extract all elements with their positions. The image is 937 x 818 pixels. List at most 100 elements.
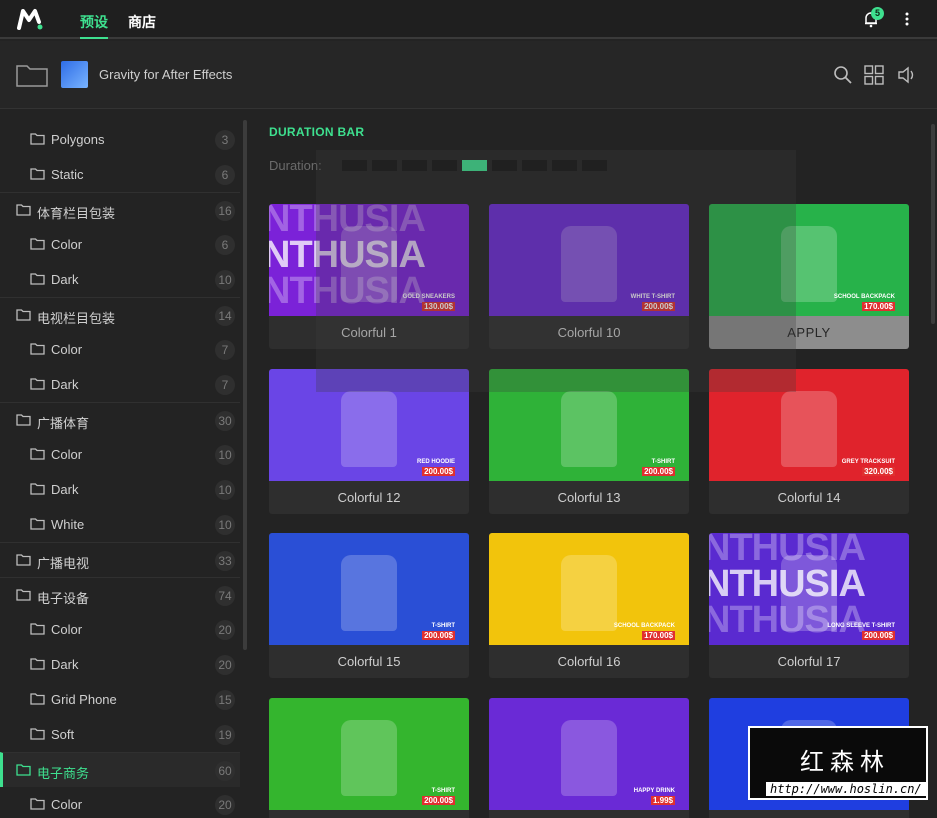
product-name: T-SHIRT (431, 788, 455, 794)
product-price: 170.00$ (642, 631, 675, 640)
sidebar-item[interactable]: White 10 (0, 507, 240, 542)
more-menu-icon[interactable] (900, 10, 914, 28)
sidebar-item-label: Dark (51, 272, 79, 287)
folder-icon (30, 798, 45, 810)
preset-card-label (489, 810, 689, 818)
sidebar-item-count: 20 (215, 795, 235, 815)
folder-icon (16, 589, 31, 601)
folder-icon (16, 554, 31, 566)
app-logo-icon (17, 9, 43, 30)
sidebar-item[interactable]: Color 7 (0, 332, 240, 367)
sidebar-item[interactable]: Grid Phone 15 (0, 682, 240, 717)
product-price: 200.00$ (642, 467, 675, 476)
product-price: 200.00$ (862, 631, 895, 640)
project-header: Gravity for After Effects (0, 41, 937, 109)
sidebar-item-count: 15 (215, 690, 235, 710)
sidebar-item-label: 广播体育 (37, 416, 90, 431)
product-image (561, 391, 617, 467)
hover-preview-overlay (316, 150, 796, 392)
preset-thumbnail: SCHOOL BACKPACK 170.00$ (489, 533, 689, 645)
sidebar-item-label: Color (51, 237, 83, 252)
folder-icon (30, 448, 45, 460)
folder-icon (30, 658, 45, 670)
product-image (341, 391, 397, 467)
folder-icon (30, 728, 45, 740)
product-name: SCHOOL BACKPACK (833, 294, 895, 300)
sidebar-item[interactable]: Color 10 (0, 437, 240, 472)
folder-icon (30, 273, 45, 285)
volume-icon[interactable] (897, 65, 917, 85)
watermark-url: http://www.hoslin.cn/ (766, 782, 926, 796)
sidebar-item[interactable]: Color 20 (0, 612, 240, 647)
sidebar-item-label: Polygons (51, 132, 105, 147)
sidebar-item-count: 60 (215, 761, 235, 781)
product-name: T-SHIRT (431, 623, 455, 629)
folder-icon (16, 764, 31, 776)
watermark-stamp: 红森林 http://www.hoslin.cn/ (748, 726, 928, 800)
product-image (781, 555, 837, 631)
folder-icon (30, 518, 45, 530)
main-scrollbar[interactable] (931, 124, 935, 324)
sidebar-item-label: Dark (51, 657, 79, 672)
sidebar-item[interactable]: 电视栏目包装 14 (0, 297, 240, 332)
sidebar-item[interactable]: Dark 7 (0, 367, 240, 402)
preset-thumbnail: T-SHIRT 200.00$ (269, 533, 469, 645)
sidebar-item-label: Grid Phone (51, 692, 117, 707)
product-image (781, 391, 837, 467)
product-image (341, 555, 397, 631)
search-icon[interactable] (833, 65, 853, 85)
folder-icon (30, 623, 45, 635)
sidebar-item-label: 电视栏目包装 (37, 311, 116, 326)
preset-card-label (269, 810, 469, 818)
sidebar-item-count: 16 (215, 201, 235, 221)
tab-store[interactable]: 商店 (128, 12, 156, 39)
sidebar-item[interactable]: Color 6 (0, 227, 240, 262)
sidebar-item-count: 3 (215, 130, 235, 150)
sidebar-item[interactable]: Dark 10 (0, 262, 240, 297)
sidebar-item-count: 7 (215, 340, 235, 360)
folder-icon (30, 378, 45, 390)
sidebar-item-label: Dark (51, 482, 79, 497)
tab-presets[interactable]: 预设 (80, 12, 108, 39)
sidebar-item[interactable]: Polygons 3 (0, 122, 240, 157)
product-name: HAPPY DRINK (633, 788, 675, 794)
preset-card[interactable]: T-SHIRT 200.00$ (269, 698, 469, 818)
sidebar-item-label: Color (51, 447, 83, 462)
sidebar-item[interactable]: Soft 19 (0, 717, 240, 752)
preset-card[interactable]: T-SHIRT 200.00$ Colorful 15 (269, 533, 469, 678)
sidebar-item[interactable]: 广播电视 33 (0, 542, 240, 577)
folder-icon[interactable] (16, 63, 48, 87)
preset-card[interactable]: HAPPY DRINK 1.99$ (489, 698, 689, 818)
sidebar-item[interactable]: Color 20 (0, 787, 240, 818)
sidebar-item-count: 14 (215, 306, 235, 326)
sidebar-item-count: 30 (215, 411, 235, 431)
sidebar-item[interactable]: Dark 20 (0, 647, 240, 682)
sidebar-item-count: 6 (215, 235, 235, 255)
folder-icon (30, 343, 45, 355)
grid-view-icon[interactable] (864, 65, 884, 85)
sidebar-scrollbar[interactable] (243, 120, 247, 650)
sidebar-item[interactable]: 广播体育 30 (0, 402, 240, 437)
product-name: GREY TRACKSUIT (841, 459, 895, 465)
sidebar-item-count: 19 (215, 725, 235, 745)
watermark-cn-text: 红森林 (800, 748, 890, 776)
sidebar-item[interactable]: Dark 10 (0, 472, 240, 507)
sidebar-item-label: 电子设备 (37, 591, 90, 606)
preset-card[interactable]: SCHOOL BACKPACK 170.00$ Colorful 16 (489, 533, 689, 678)
sidebar-item-label: White (51, 517, 85, 532)
sidebar-item[interactable]: 电子商务 60 (0, 752, 240, 787)
sidebar-item-label: Static (51, 167, 84, 182)
product-image (561, 555, 617, 631)
product-price: 200.00$ (422, 796, 455, 805)
sidebar-item-count: 6 (215, 165, 235, 185)
sidebar-item[interactable]: 体育栏目包装 16 (0, 192, 240, 227)
sidebar-item[interactable]: Static 6 (0, 157, 240, 192)
sidebar-item[interactable]: 电子设备 74 (0, 577, 240, 612)
product-name: LONG SLEEVE T-SHIRT (827, 623, 895, 629)
preset-card[interactable]: NTHUSIA NTHUSIA NTHUSIA LONG SLEEVE T-SHIRT… (709, 533, 909, 678)
top-bar: 预设 商店 5 (0, 0, 937, 39)
preset-thumbnail: NTHUSIA NTHUSIA NTHUSIA LONG SLEEVE T-SHIRT… (709, 533, 909, 645)
folder-icon (16, 309, 31, 321)
folder-icon (30, 693, 45, 705)
sidebar-item-count: 10 (215, 270, 235, 290)
